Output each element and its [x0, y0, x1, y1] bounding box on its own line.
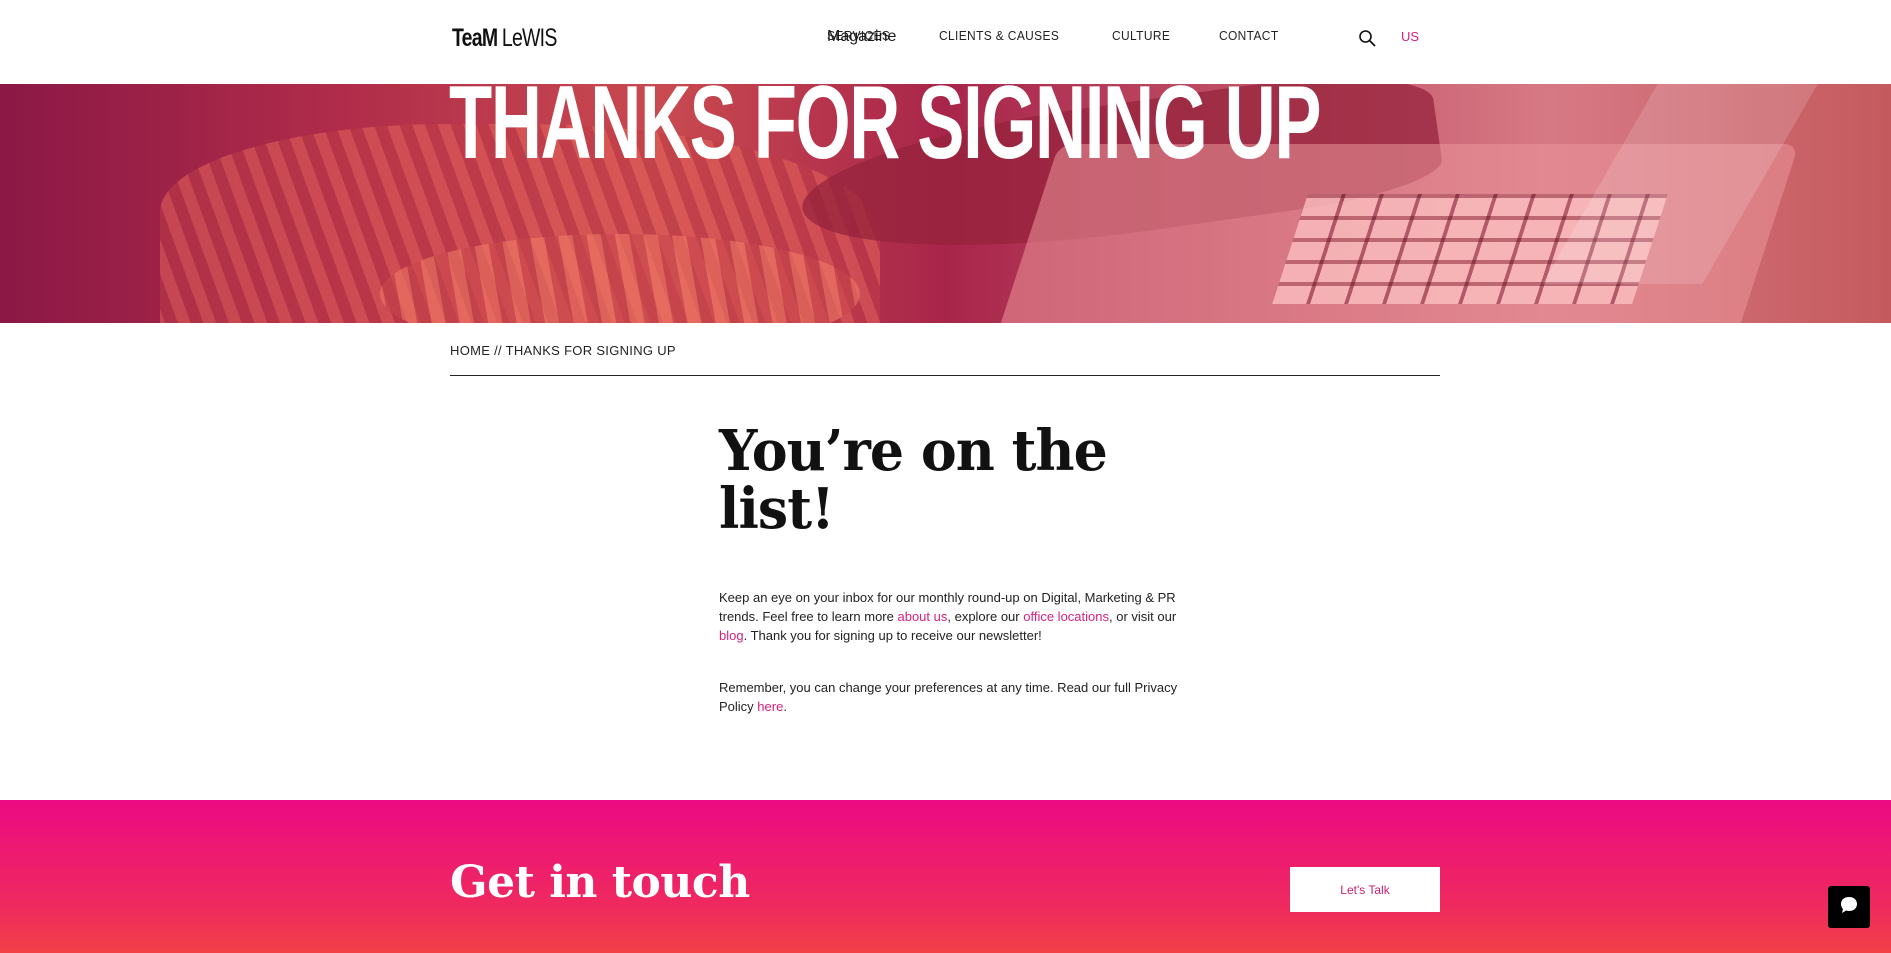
site-header: TeaM LeWIS SERVICES CLIENTS & CAUSES CUL…	[0, 0, 1891, 84]
main-nav: SERVICES CLIENTS & CAUSES CULTURE CONTAC…	[827, 28, 1326, 43]
para2-text-a: Remember, you can change your preference…	[719, 680, 1178, 714]
logo-part-team: TeaM	[452, 24, 498, 52]
team-lewis-logo[interactable]: TeaM LeWIS	[452, 24, 557, 53]
page-title: You’re on the list!	[719, 418, 1108, 542]
para1-text-d: . Thank you for signing up to receive ou…	[743, 628, 1042, 643]
confirmation-paragraph: Keep an eye on your inbox for our monthl…	[719, 588, 1179, 645]
search-icon[interactable]	[1358, 29, 1376, 47]
breadcrumb-divider	[450, 375, 1440, 376]
para1-text-c: , or visit our	[1109, 609, 1177, 624]
breadcrumb-home[interactable]: HOME	[450, 343, 490, 358]
chat-widget-button[interactable]	[1828, 886, 1870, 928]
region-selector[interactable]: US	[1401, 29, 1419, 44]
para2-text-b: .	[783, 699, 787, 714]
get-in-touch-band	[0, 800, 1891, 953]
office-locations-link[interactable]: office locations	[1023, 609, 1109, 624]
nav-clients-causes[interactable]: CLIENTS & CAUSES	[939, 28, 1059, 43]
chat-bubble-icon	[1839, 895, 1859, 920]
para1-text-b: , explore our	[947, 609, 1024, 624]
nav-culture[interactable]: CULTURE	[1112, 28, 1170, 43]
nav-contact[interactable]: CONTACT	[1219, 28, 1278, 43]
breadcrumb-separator: //	[490, 343, 506, 358]
breadcrumb-current: THANKS FOR SIGNING UP	[505, 343, 676, 358]
get-in-touch-title: Get in touch	[450, 857, 750, 908]
about-us-link[interactable]: about us	[897, 609, 947, 624]
breadcrumb: HOME // THANKS FOR SIGNING UP	[450, 343, 676, 358]
logo-part-lewis: LeWIS	[497, 24, 557, 52]
privacy-policy-link[interactable]: here	[757, 699, 783, 714]
lets-talk-button[interactable]: Let's Talk	[1290, 867, 1440, 912]
hero-title-wrap: THANKS FOR SIGNING UP	[449, 84, 1730, 323]
magazine-link[interactable]: Magazine	[827, 28, 896, 46]
hero-title: THANKS FOR SIGNING UP	[449, 84, 1322, 181]
privacy-paragraph: Remember, you can change your preference…	[719, 678, 1179, 716]
blog-link[interactable]: blog	[719, 628, 744, 643]
